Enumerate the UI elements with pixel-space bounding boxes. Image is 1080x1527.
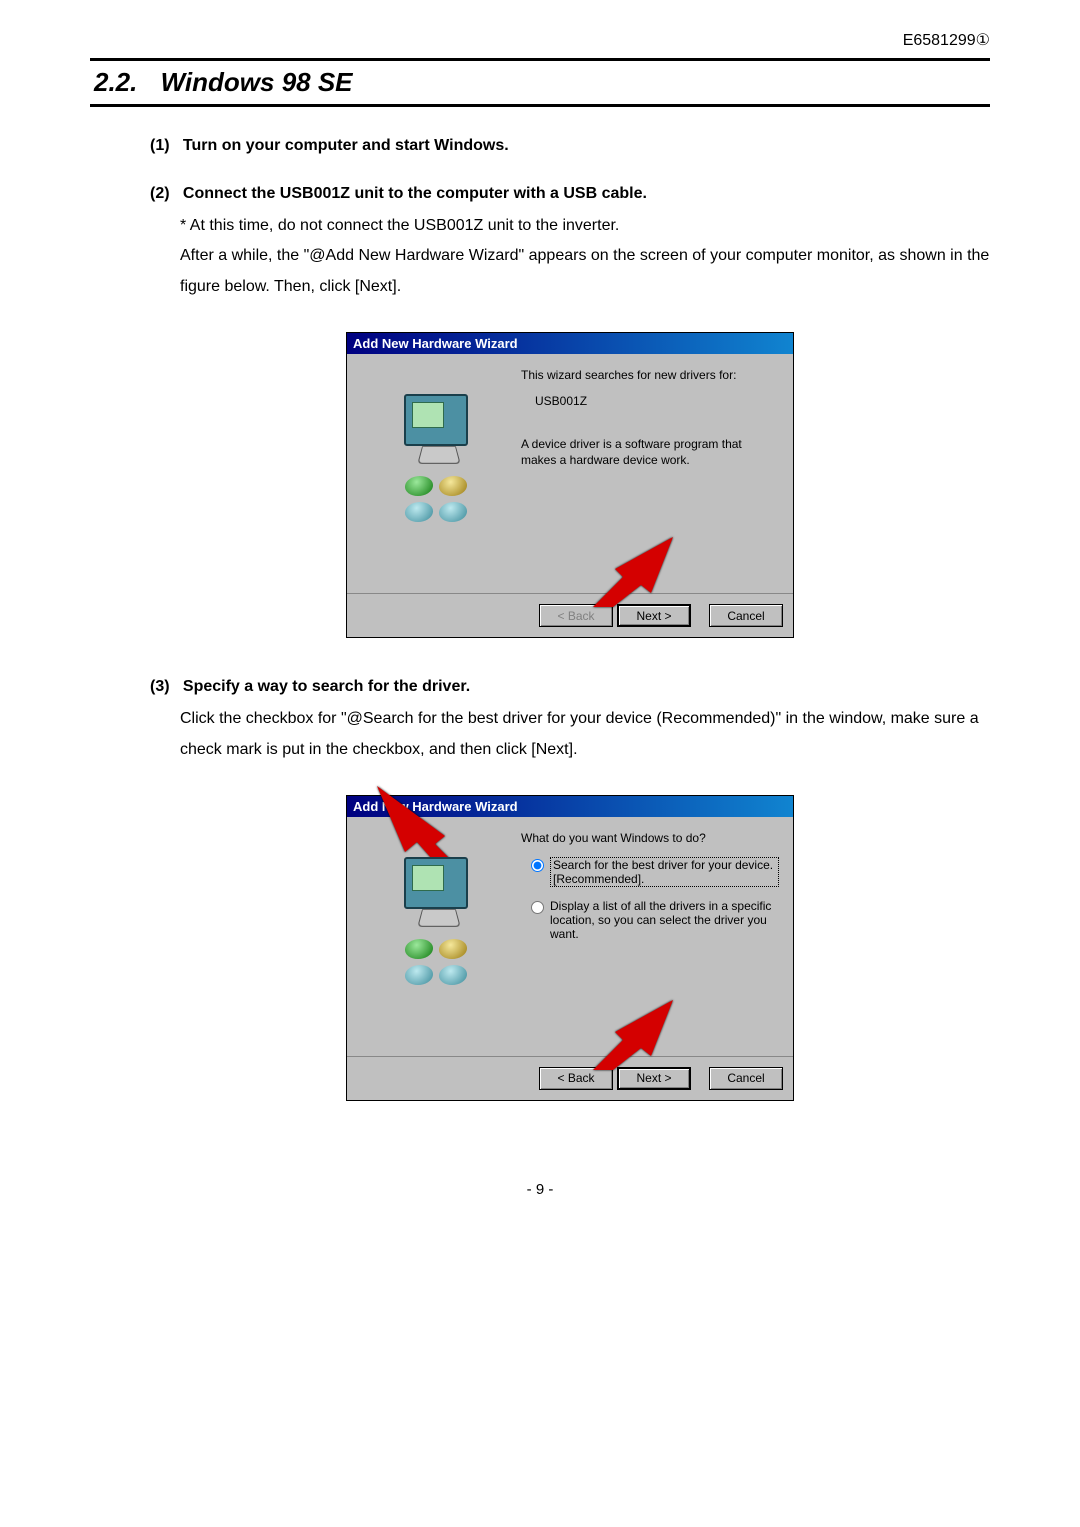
step-2-body-2: After a while, the "@Add New Hardware Wi… — [180, 241, 990, 302]
arrow-icon — [593, 537, 673, 607]
disc-icon — [404, 965, 434, 985]
page-number: - 9 - — [90, 1181, 990, 1198]
step-2-body-1: * At this time, do not connect the USB00… — [180, 211, 990, 241]
doc-id: E6581299① — [90, 30, 990, 50]
step-2: (2) Connect the USB001Z unit to the comp… — [150, 185, 990, 302]
section-number: 2.2. — [94, 67, 137, 97]
wizard-dialog-1: Add New Hardware Wizard This wizard sear… — [346, 332, 794, 638]
monitor-icon — [404, 857, 468, 909]
disc-icon — [404, 476, 434, 496]
step-3-num: (3) — [150, 678, 170, 695]
wizard-dialog-2: Add New Hardware Wizard What do you want… — [346, 795, 794, 1101]
disc-icon — [438, 502, 468, 522]
radio-search-best-label: Search for the best driver for your devi… — [550, 857, 779, 887]
disc-icon — [438, 476, 468, 496]
step-3: (3) Specify a way to search for the driv… — [150, 678, 990, 765]
disc-icon — [404, 502, 434, 522]
step-3-body-1: Click the checkbox for "@Search for the … — [180, 704, 990, 765]
step-3-title: Specify a way to search for the driver. — [183, 678, 470, 695]
wizard1-clipart — [361, 368, 511, 587]
wizard1-device: USB001Z — [535, 394, 779, 410]
disc-icon — [438, 939, 468, 959]
cancel-button[interactable]: Cancel — [709, 1067, 783, 1090]
next-button[interactable]: Next > — [617, 1067, 691, 1090]
radio-display-list[interactable] — [531, 901, 544, 914]
back-button: < Back — [539, 604, 613, 627]
section-heading: 2.2. Windows 98 SE — [90, 58, 990, 107]
step-1: (1) Turn on your computer and start Wind… — [150, 137, 990, 155]
step-2-title: Connect the USB001Z unit to the computer… — [183, 185, 647, 202]
section-title: Windows 98 SE — [161, 67, 353, 97]
step-1-title: Turn on your computer and start Windows. — [183, 137, 509, 154]
wizard1-desc: A device driver is a software program th… — [521, 437, 779, 468]
next-button[interactable]: Next > — [617, 604, 691, 627]
disc-icon — [438, 965, 468, 985]
disc-icon — [404, 939, 434, 959]
back-button[interactable]: < Back — [539, 1067, 613, 1090]
wizard2-question: What do you want Windows to do? — [521, 831, 779, 847]
monitor-icon — [404, 394, 468, 446]
step-2-num: (2) — [150, 185, 170, 202]
arrow-icon — [593, 1000, 673, 1070]
cancel-button[interactable]: Cancel — [709, 604, 783, 627]
wizard1-line1: This wizard searches for new drivers for… — [521, 368, 779, 384]
radio-display-list-label: Display a list of all the drivers in a s… — [550, 899, 779, 941]
step-1-num: (1) — [150, 137, 170, 154]
radio-search-best[interactable] — [531, 859, 544, 872]
wizard1-titlebar: Add New Hardware Wizard — [347, 333, 793, 354]
